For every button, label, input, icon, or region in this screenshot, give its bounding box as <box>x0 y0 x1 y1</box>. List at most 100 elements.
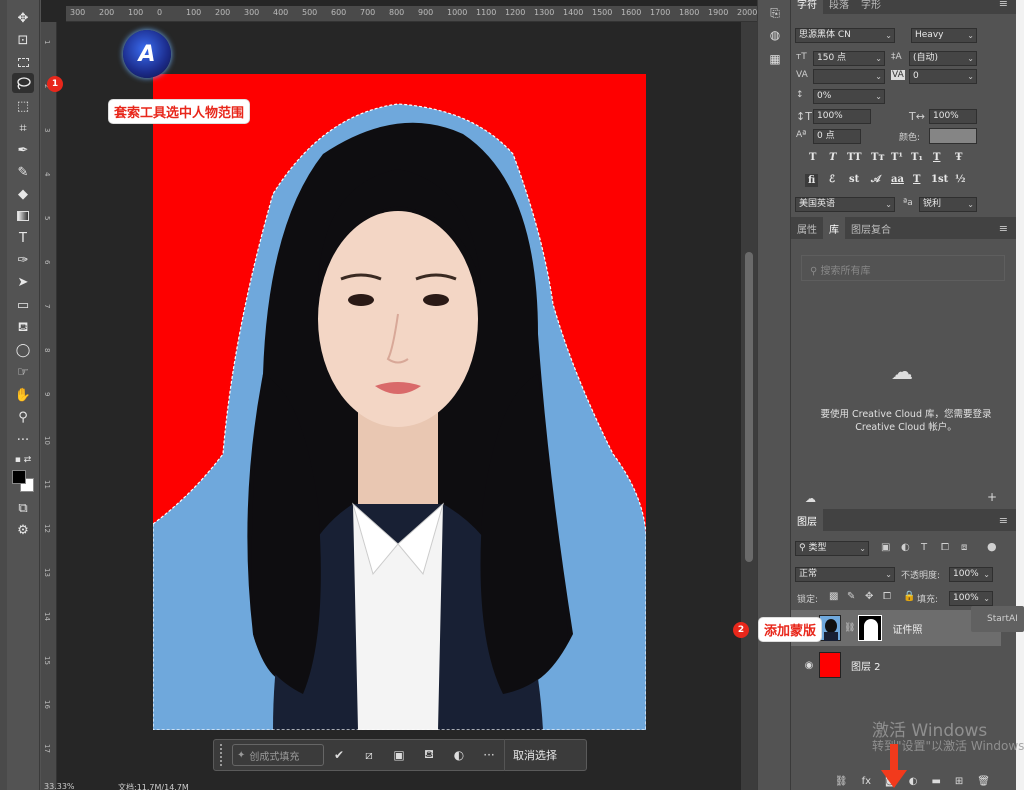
generative-fill-button[interactable]: ✦ 创成式填充 <box>232 744 324 766</box>
old-style-icon[interactable]: ℰ <box>829 174 835 185</box>
swatches-panel-icon[interactable]: ▦ <box>766 52 784 68</box>
folder-icon[interactable]: ▬ <box>931 776 940 790</box>
baseline-shift-field[interactable]: 0% ⌄ <box>813 89 885 104</box>
filter-toggle-icon[interactable]: ● <box>987 540 997 553</box>
lasso-tool-icon[interactable] <box>12 73 34 93</box>
quick-mask-icon[interactable]: ⧉ <box>12 498 34 518</box>
lock-all-icon[interactable]: 🔒 <box>903 591 915 602</box>
titling-alternates-icon[interactable]: T <box>913 174 920 185</box>
tab-layer-comps[interactable]: 图层复合 <box>845 217 897 239</box>
discretionary-ligatures-icon[interactable]: st <box>849 174 859 185</box>
layer-filter-select[interactable]: ⚲ 类型 ⌄ <box>795 541 869 556</box>
opacity-field[interactable]: 100% ⌄ <box>949 567 993 582</box>
panel-menu-icon[interactable]: ≡ <box>999 0 1008 10</box>
cloud-sync-icon[interactable]: ☁ <box>805 492 816 505</box>
text-color-swatch[interactable] <box>929 128 977 144</box>
filter-pixel-icon[interactable]: ▣ <box>881 542 890 553</box>
layer-mask-thumbnail[interactable] <box>858 615 883 641</box>
modify-selection-icon[interactable]: ✔ <box>324 748 354 762</box>
horizontal-scale-field[interactable]: 100% <box>929 109 977 124</box>
history-panel-icon[interactable]: ⎘ <box>766 6 784 22</box>
layer-name[interactable]: 图层 2 <box>851 658 881 673</box>
fill-selection-icon[interactable]: ⛾ <box>414 747 444 763</box>
new-layer-icon[interactable]: ⊞ <box>955 776 963 790</box>
filter-shape-icon[interactable]: ⧠ <box>941 542 949 553</box>
deselect-button[interactable]: 取消选择 <box>504 739 565 771</box>
panel-menu-icon[interactable]: ≡ <box>999 222 1008 235</box>
tsume-field[interactable]: 0 点 <box>813 129 861 144</box>
link-icon[interactable]: ⛓ <box>844 623 855 633</box>
ordinals-icon[interactable]: 1st <box>931 174 948 185</box>
fx-icon[interactable]: fx <box>862 776 871 790</box>
fractions-icon[interactable]: ½ <box>955 174 965 185</box>
crop-tool-icon[interactable]: ⌗ <box>12 118 34 138</box>
type-tool-icon[interactable]: T <box>12 228 34 248</box>
vertical-scale-field[interactable]: 100% <box>813 109 871 124</box>
leading-field[interactable]: (自动) ⌄ <box>909 51 977 66</box>
kerning-field[interactable]: ⌄ <box>813 69 885 84</box>
object-selection-tool-icon[interactable]: ⬚ <box>12 96 34 116</box>
rectangle-tool-icon[interactable]: ▭ <box>12 295 34 315</box>
more-options-button[interactable]: ··· <box>474 748 504 762</box>
path-selection-tool-icon[interactable]: ➤ <box>12 272 34 292</box>
default-colors-icon[interactable]: ▪ ⇄ <box>12 450 34 470</box>
tab-glyphs[interactable]: 字形 <box>855 0 887 14</box>
faux-italic-icon[interactable]: T <box>829 152 836 163</box>
trash-icon[interactable]: 🗑 <box>977 776 990 790</box>
hand-tool-icon[interactable]: ✋ <box>12 385 34 405</box>
lock-position-icon[interactable]: ✥ <box>865 591 873 602</box>
layer-row[interactable]: ◉ 图层 2 <box>791 647 1001 683</box>
healing-brush-tool-icon[interactable]: ✎ <box>12 162 34 182</box>
tracking-field[interactable]: 0 ⌄ <box>909 69 977 84</box>
layer-name[interactable]: 证件照 <box>892 621 922 636</box>
paint-bucket-tool-icon[interactable]: ⛾ <box>12 318 34 338</box>
link-layers-icon[interactable]: ⛓ <box>835 776 848 790</box>
all-caps-icon[interactable]: TT <box>847 152 862 163</box>
zoom-level[interactable]: 33.33% <box>44 782 75 790</box>
library-search-input[interactable]: ⚲ 搜索所有库 <box>801 255 1005 281</box>
more-tools-icon[interactable]: ··· <box>12 430 34 450</box>
startai-tab[interactable]: StartAI <box>971 606 1024 632</box>
filter-adjustment-icon[interactable]: ◐ <box>901 542 910 553</box>
ellipse-tool-icon[interactable]: ◯ <box>12 340 34 360</box>
mask-from-selection-icon[interactable]: ▣ <box>384 748 414 762</box>
document-info[interactable]: 文档:11.7M/14.7M <box>118 782 189 790</box>
small-caps-icon[interactable]: Tт <box>871 152 885 163</box>
font-family-select[interactable]: 思源黑体 CN ⌄ <box>795 28 895 43</box>
antialias-select[interactable]: 锐利 ⌄ <box>919 197 977 212</box>
scrollbar-thumb[interactable] <box>745 252 753 562</box>
screen-mode-icon[interactable]: ⚙ <box>12 520 34 540</box>
faux-bold-icon[interactable]: T <box>809 152 816 163</box>
move-tool-icon[interactable]: ✥ <box>12 8 34 28</box>
blend-mode-select[interactable]: 正常 ⌄ <box>795 567 895 582</box>
artboard-tool-icon[interactable]: ⊡ <box>12 30 34 50</box>
filter-type-icon[interactable]: T <box>921 542 927 553</box>
pen-tool-icon[interactable]: ✑ <box>12 250 34 270</box>
lock-artboard-icon[interactable]: ⧠ <box>883 591 891 602</box>
subscript-icon[interactable]: T₁ <box>911 152 923 163</box>
toolbar-grip[interactable] <box>0 0 7 790</box>
taskbar-grip[interactable] <box>220 744 226 766</box>
add-library-icon[interactable]: + <box>987 490 997 504</box>
gradient-tool-icon[interactable] <box>12 206 34 226</box>
tab-libraries[interactable]: 库 <box>823 217 845 239</box>
lock-pixels-icon[interactable]: ✎ <box>847 591 855 602</box>
font-style-select[interactable]: Heavy ⌄ <box>911 28 977 43</box>
zoom-tool-icon[interactable]: ⚲ <box>12 407 34 427</box>
vertical-ruler[interactable]: 1 2 3 4 5 6 7 8 9 10 11 12 13 14 15 16 1… <box>41 22 57 790</box>
panel-menu-icon[interactable]: ≡ <box>999 514 1008 527</box>
tab-layers[interactable]: 图层 <box>791 509 823 531</box>
superscript-icon[interactable]: T¹ <box>891 152 903 163</box>
fill-field[interactable]: 100% ⌄ <box>949 591 993 606</box>
layer-row-selected[interactable]: ⛓ 证件照 <box>791 610 1001 646</box>
ligatures-icon[interactable]: fi <box>805 174 819 187</box>
adjustment-layer-icon[interactable]: ◐ <box>444 748 474 762</box>
font-size-field[interactable]: 150 点 ⌄ <box>813 51 885 66</box>
swash-icon[interactable]: 𝒜 <box>871 174 880 185</box>
eyedropper-tool-icon[interactable]: ✒ <box>12 140 34 160</box>
underline-icon[interactable]: T <box>933 152 940 163</box>
lock-transparent-icon[interactable]: ▩ <box>829 591 838 602</box>
stylistic-alternates-icon[interactable]: aa <box>891 174 904 185</box>
language-select[interactable]: 美国英语 ⌄ <box>795 197 895 212</box>
adjustment-icon[interactable]: ◐ <box>909 776 918 790</box>
